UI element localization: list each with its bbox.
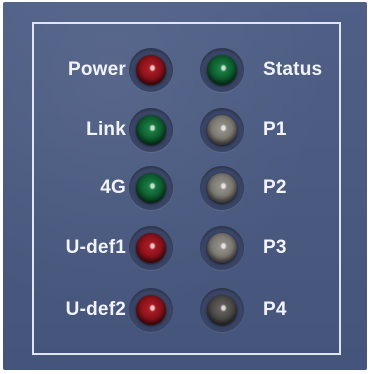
udef2-led [136,295,166,325]
led-row-udef1-p3: U-def1 P3 [3,220,367,276]
led-row-4g-p2: 4G P2 [3,160,367,216]
udef2-label: U-def2 [65,299,126,320]
link-label: Link [86,119,126,140]
p2-led-socket [200,166,244,210]
p3-led-socket [200,226,244,270]
led-indicator-panel: Power Status Link P1 4G P2 U-def1 P3 U-d… [3,2,367,370]
p1-led-socket [200,108,244,152]
power-led-socket [129,48,173,92]
link-led [136,115,166,145]
p1-led [207,115,237,145]
4g-led [136,173,166,203]
p1-label: P1 [263,119,287,140]
4g-label: 4G [100,177,126,198]
p4-led-socket [200,288,244,332]
p4-led [207,295,237,325]
p4-label: P4 [263,299,287,320]
udef1-led-socket [129,226,173,270]
status-led [207,55,237,85]
status-led-socket [200,48,244,92]
led-row-link-p1: Link P1 [3,102,367,158]
status-label: Status [263,59,323,80]
link-led-socket [129,108,173,152]
power-label: Power [67,59,126,80]
power-led [136,55,166,85]
udef1-led [136,233,166,263]
p3-led [207,233,237,263]
p3-label: P3 [263,237,287,258]
p2-label: P2 [263,177,287,198]
4g-led-socket [129,166,173,210]
udef2-led-socket [129,288,173,332]
udef1-label: U-def1 [65,237,126,258]
led-row-udef2-p4: U-def2 P4 [3,282,367,338]
led-row-power-status: Power Status [3,42,367,98]
p2-led [207,173,237,203]
